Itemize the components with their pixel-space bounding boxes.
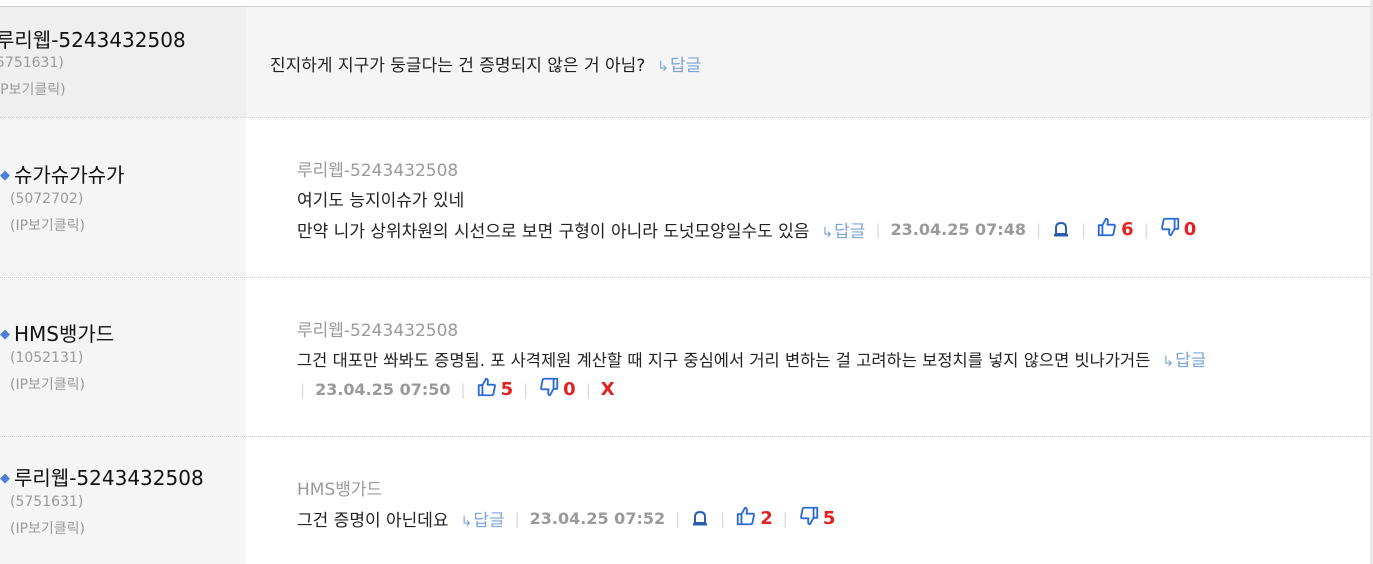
author-name[interactable]: 슈가슈가슈가 xyxy=(14,163,124,187)
author-name[interactable]: 루리웹-5243432508 xyxy=(0,28,186,52)
dislike-count: 5 xyxy=(822,508,836,529)
author-uid: (5072702) xyxy=(10,191,84,207)
comment-row: ◆ 루리웹-5243432508 (5751631) (IP보기클릭) HMS뱅가… xyxy=(0,437,1373,564)
like-count: 5 xyxy=(500,379,514,400)
separator: | xyxy=(720,509,726,528)
comment-text-line: 그건 대포만 쏴봐도 증명됨. 포 사격제원 계산할 때 지구 중심에서 거리 … xyxy=(297,346,1206,372)
thumbs-down-icon xyxy=(798,505,820,532)
reply-label[interactable]: 답글 xyxy=(473,511,504,531)
separator: | xyxy=(514,509,520,528)
comment-author[interactable]: 루리웹-5243432508 xyxy=(0,24,186,53)
dislike-button[interactable]: 0 xyxy=(1159,216,1197,243)
separator: | xyxy=(1143,220,1149,239)
reply-label[interactable]: 답글 xyxy=(670,56,701,76)
separator: | xyxy=(1035,220,1042,239)
comment-text: 만약 니가 상위차원의 시선으로 보면 구형이 아니라 도넛모양일수도 있음 xyxy=(297,222,810,242)
comment-author[interactable]: ◆ 루리웹-5243432508 xyxy=(0,462,204,491)
separator: | xyxy=(460,380,466,399)
like-button[interactable]: 5 xyxy=(476,376,514,403)
reply-label[interactable]: 답글 xyxy=(834,222,865,242)
comment-text-line: 만약 니가 상위차원의 시선으로 보면 구형이 아니라 도넛모양일수도 있음 ↳… xyxy=(297,216,1196,243)
delete-button[interactable]: X xyxy=(601,379,615,400)
separator: | xyxy=(523,380,529,399)
comment-date: 23.04.25 07:50 xyxy=(315,380,451,399)
reply-arrow-icon: ↳ xyxy=(821,225,834,241)
comment-date: 23.04.25 07:52 xyxy=(529,509,666,528)
reply-arrow-icon: ↳ xyxy=(460,514,473,530)
reply-to-author[interactable]: 루리웹-5243432508 xyxy=(297,156,458,181)
reply-arrow-icon: ↳ xyxy=(1162,354,1175,370)
dislike-count: 0 xyxy=(563,379,576,400)
reply-button[interactable]: ↳답글 xyxy=(657,51,701,76)
thumbs-up-icon xyxy=(1096,216,1118,243)
comment-text: 그건 증명이 아닌데요 xyxy=(297,511,449,531)
comment-text: 그건 대포만 쏴봐도 증명됨. 포 사격제원 계산할 때 지구 중심에서 거리 … xyxy=(297,350,1151,370)
ip-view-link[interactable]: (IP보기클릭) xyxy=(10,374,85,394)
reply-to-author[interactable]: 루리웹-5243432508 xyxy=(297,316,458,341)
author-uid: 5751631) xyxy=(0,55,64,71)
thumbs-down-icon xyxy=(538,376,560,403)
separator: | xyxy=(585,380,591,399)
comment-author[interactable]: ◆ HMS뱅가드 xyxy=(0,318,114,347)
author-uid: (1052131) xyxy=(10,350,84,366)
dislike-button[interactable]: 0 xyxy=(538,376,576,403)
separator: | xyxy=(1081,220,1087,239)
reply-arrow-icon: ↳ xyxy=(657,59,670,75)
dislike-count: 0 xyxy=(1183,219,1197,240)
comment-text-line: 진지하게 지구가 둥글다는 건 증명되지 않은 거 아님? ↳답글 xyxy=(270,51,701,76)
like-count: 2 xyxy=(760,508,773,529)
comment-author[interactable]: ◆ 슈가슈가슈가 xyxy=(0,159,124,188)
separator: | xyxy=(782,509,788,528)
comment-text: 여기도 능지이슈가 있네 xyxy=(297,191,465,211)
reply-button[interactable]: ↳답글 xyxy=(1162,346,1206,371)
comment-row: ◆ HMS뱅가드 (1052131) (IP보기클릭) 루리웹-524343250… xyxy=(0,278,1373,436)
ip-view-link[interactable]: IP보기클릭) xyxy=(0,79,66,99)
author-name[interactable]: 루리웹-5243432508 xyxy=(14,466,204,490)
separator: | xyxy=(300,380,306,399)
like-count: 6 xyxy=(1121,219,1134,240)
reply-to-author[interactable]: HMS뱅가드 xyxy=(297,475,382,500)
comment-text: 진지하게 지구가 둥글다는 건 증명되지 않은 거 아님? xyxy=(270,56,646,76)
author-bullet-icon: ◆ xyxy=(0,168,10,183)
thumbs-down-icon xyxy=(1159,216,1181,243)
comment-row: ◆ 슈가슈가슈가 (5072702) (IP보기클릭) 루리웹-524343250… xyxy=(0,118,1373,277)
comment-text-line: 그건 증명이 아닌데요 ↳답글 | 23.04.25 07:52 | | 2 |… xyxy=(297,505,835,532)
reply-label[interactable]: 답글 xyxy=(1175,351,1206,371)
ip-view-link[interactable]: (IP보기클릭) xyxy=(10,518,85,538)
thumbs-up-icon xyxy=(735,505,757,532)
separator: | xyxy=(875,220,881,239)
comment-text-line: 여기도 능지이슈가 있네 xyxy=(297,186,464,211)
author-uid: (5751631) xyxy=(10,494,84,510)
ip-view-link[interactable]: (IP보기클릭) xyxy=(10,215,85,235)
report-bell-icon[interactable] xyxy=(690,510,710,528)
reply-button[interactable]: ↳답글 xyxy=(821,217,865,242)
separator: | xyxy=(675,509,681,528)
report-bell-icon[interactable] xyxy=(1051,221,1071,239)
author-bullet-icon: ◆ xyxy=(0,471,10,486)
reply-button[interactable]: ↳답글 xyxy=(461,506,505,531)
like-button[interactable]: 6 xyxy=(1096,216,1134,243)
comment-meta-line: | 23.04.25 07:50 | 5 | 0 | X xyxy=(290,376,615,403)
like-button[interactable]: 2 xyxy=(735,505,773,532)
thumbs-up-icon xyxy=(476,376,498,403)
author-name[interactable]: HMS뱅가드 xyxy=(14,322,114,346)
comment-row: 루리웹-5243432508 5751631) IP보기클릭) 진지하게 지구가… xyxy=(0,7,1373,117)
comment-date: 23.04.25 07:48 xyxy=(890,220,1026,239)
author-bullet-icon: ◆ xyxy=(0,327,10,342)
dislike-button[interactable]: 5 xyxy=(798,505,836,532)
